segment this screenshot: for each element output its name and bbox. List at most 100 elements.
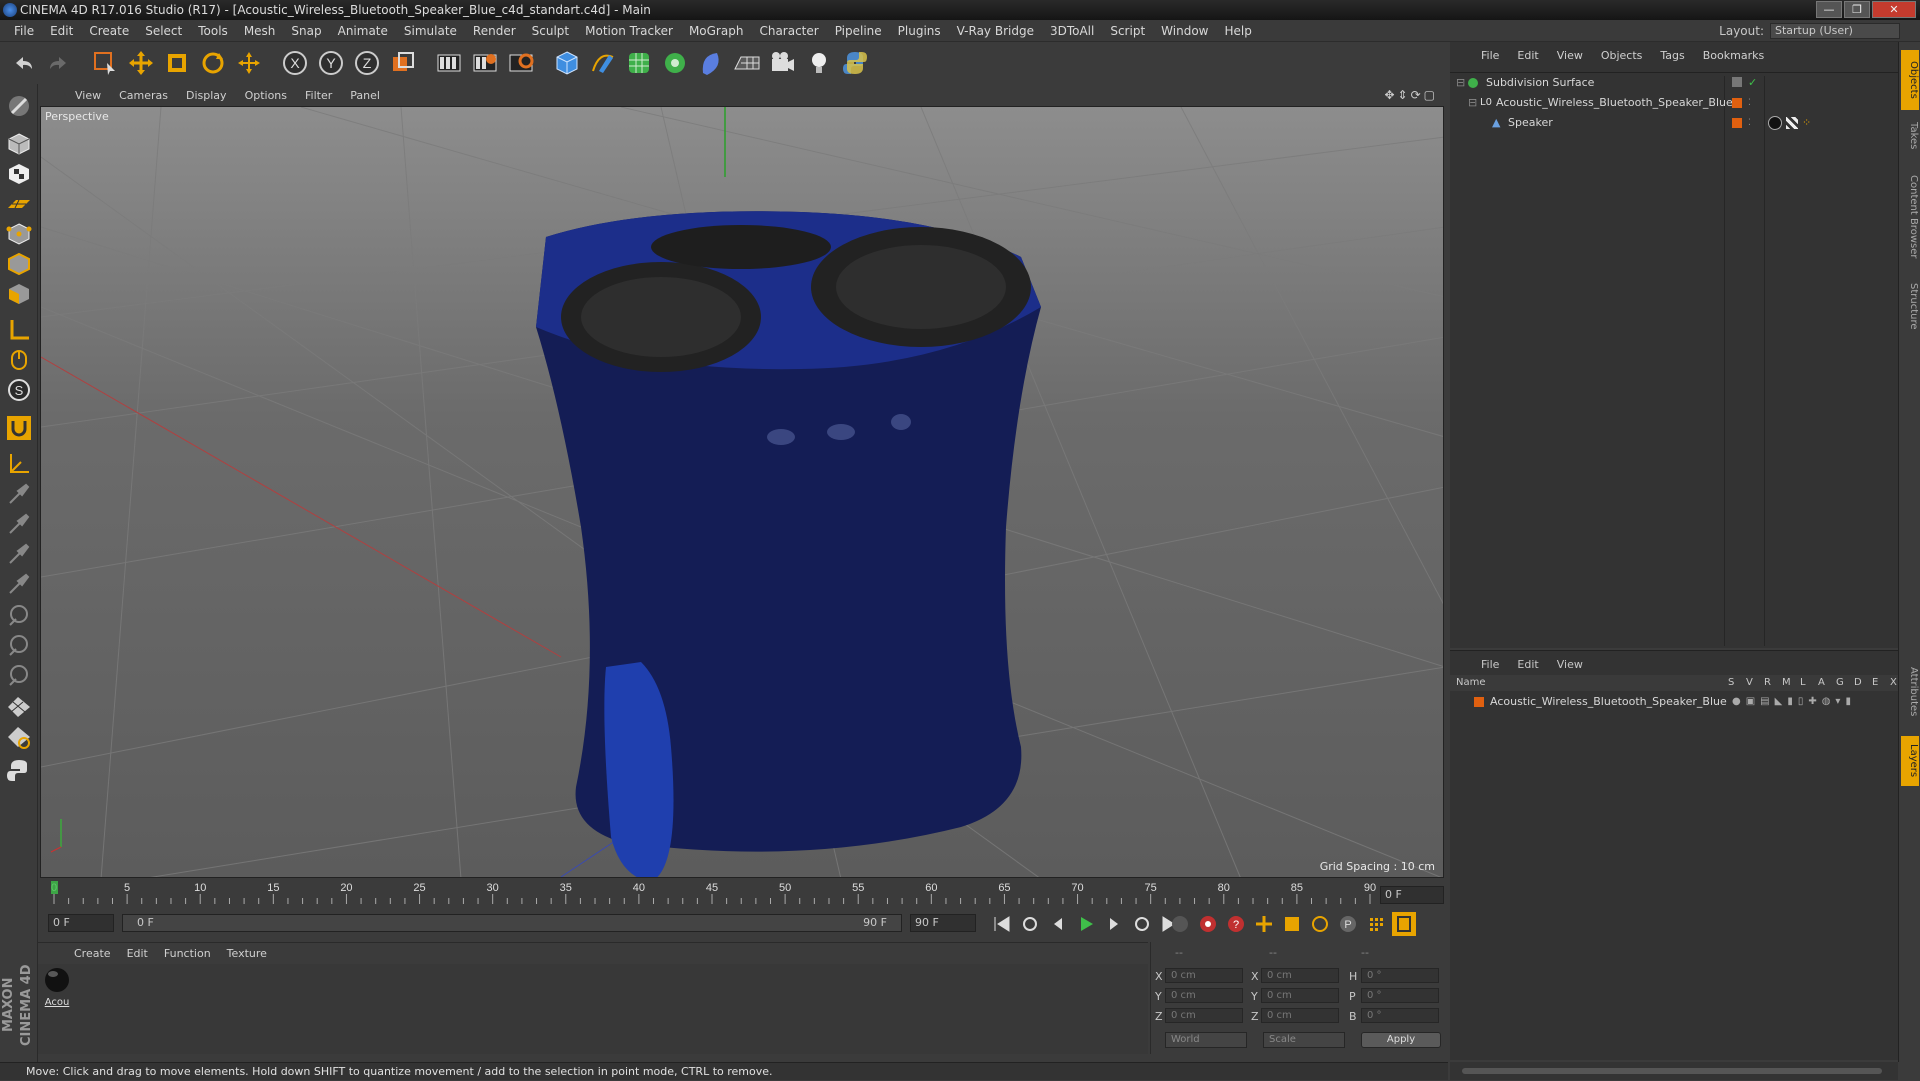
layer-col-xref[interactable]: X xyxy=(1890,675,1897,691)
rotate-icon[interactable] xyxy=(196,46,230,80)
size-z-field[interactable]: 0 cm xyxy=(1261,1008,1339,1023)
menu-plugins[interactable]: Plugins xyxy=(890,24,949,38)
lm-menu-edit[interactable]: Edit xyxy=(1508,658,1547,671)
menu-render[interactable]: Render xyxy=(465,24,524,38)
tab-takes[interactable]: Takes xyxy=(1901,114,1919,158)
menu-animate[interactable]: Animate xyxy=(330,24,396,38)
om-menu-edit[interactable]: Edit xyxy=(1508,49,1547,62)
subdivision-icon[interactable] xyxy=(622,46,656,80)
layout-select[interactable]: Startup (User) xyxy=(1770,23,1900,39)
layer-toggle-icons[interactable]: ●▣▤◣▮▯✚◍▾▮ xyxy=(1732,693,1856,711)
layer-row[interactable]: Acoustic_Wireless_Bluetooth_Speaker_Blue… xyxy=(1450,693,1898,711)
render-settings-icon[interactable] xyxy=(504,46,538,80)
render-view-icon[interactable] xyxy=(432,46,466,80)
menu-pipeline[interactable]: Pipeline xyxy=(827,24,890,38)
visibility-dots-icon[interactable]: ⁚ xyxy=(1748,114,1751,132)
menu-help[interactable]: Help xyxy=(1216,24,1259,38)
material-menu-edit[interactable]: Edit xyxy=(119,947,156,960)
autokey-icon[interactable]: ? xyxy=(1224,912,1248,936)
maximize-button[interactable]: ❐ xyxy=(1844,1,1870,18)
object-name[interactable]: Subdivision Surface xyxy=(1486,74,1594,92)
object-row-subdivision[interactable]: ⊟ Subdivision Surface ✓ xyxy=(1450,74,1898,92)
key-position-icon[interactable] xyxy=(1252,912,1276,936)
coord-space-select[interactable]: World xyxy=(1165,1032,1247,1048)
snap-magnet-icon[interactable] xyxy=(3,412,35,444)
viewport-menu-options[interactable]: Options xyxy=(236,89,296,102)
enabled-check-icon[interactable]: ✓ xyxy=(1748,74,1757,92)
cube-icon[interactable] xyxy=(550,46,584,80)
object-name[interactable]: Speaker xyxy=(1508,114,1553,132)
material-menu-function[interactable]: Function xyxy=(156,947,219,960)
visibility-dots-icon[interactable]: ⁚ xyxy=(1748,94,1751,112)
transform-icon[interactable] xyxy=(232,46,266,80)
viewport-menu-filter[interactable]: Filter xyxy=(296,89,341,102)
layer-col-manager[interactable]: M xyxy=(1782,675,1791,691)
om-menu-tags[interactable]: Tags xyxy=(1651,49,1693,62)
tab-content-browser[interactable]: Content Browser xyxy=(1901,162,1919,272)
menu-tools[interactable]: Tools xyxy=(190,24,236,38)
coord-mode-select[interactable]: Scale xyxy=(1263,1032,1345,1048)
pos-z-field[interactable]: 0 cm xyxy=(1165,1008,1243,1023)
layer-swatch-icon[interactable] xyxy=(1732,118,1742,128)
material-tag-icon[interactable] xyxy=(1768,116,1782,130)
layer-col-expressions[interactable]: E xyxy=(1872,675,1878,691)
python-icon[interactable] xyxy=(838,46,872,80)
material-menu-texture[interactable]: Texture xyxy=(219,947,275,960)
close-button[interactable]: ✕ xyxy=(1872,1,1916,18)
layer-color-icon[interactable] xyxy=(1474,697,1484,707)
end-frame-field[interactable]: 90 F xyxy=(910,914,976,932)
pos-x-field[interactable]: 0 cm xyxy=(1165,968,1243,983)
lm-menu-view[interactable]: View xyxy=(1548,658,1592,671)
pos-y-field[interactable]: 0 cm xyxy=(1165,988,1243,1003)
sculpt-knife-icon[interactable] xyxy=(3,628,35,660)
menu-motion-tracker[interactable]: Motion Tracker xyxy=(577,24,681,38)
object-name[interactable]: Acoustic_Wireless_Bluetooth_Speaker_Blue xyxy=(1496,94,1733,112)
layer-col-solo[interactable]: S xyxy=(1728,675,1734,691)
viewport-menu-cameras[interactable]: Cameras xyxy=(110,89,177,102)
tab-objects[interactable]: Objects xyxy=(1901,50,1919,110)
menu-edit[interactable]: Edit xyxy=(42,24,81,38)
x-axis-icon[interactable]: X xyxy=(278,46,312,80)
layer-col-animation[interactable]: A xyxy=(1818,675,1825,691)
lm-menu-file[interactable]: File xyxy=(1472,658,1508,671)
playhead[interactable] xyxy=(51,881,58,894)
python-script-icon[interactable] xyxy=(3,754,35,786)
tweak-mode-icon[interactable] xyxy=(3,344,35,376)
phong-tag-icon[interactable]: ⁘ xyxy=(1802,114,1811,132)
viewport-menu-panel[interactable]: Panel xyxy=(341,89,389,102)
render-picture-viewer-icon[interactable] xyxy=(468,46,502,80)
undo-icon[interactable] xyxy=(6,46,40,80)
key-scale-icon[interactable] xyxy=(1280,912,1304,936)
goto-prev-key-icon[interactable] xyxy=(1018,912,1042,936)
rot-h-field[interactable]: 0 ° xyxy=(1361,968,1439,983)
pen-spline-icon[interactable] xyxy=(586,46,620,80)
camera-icon[interactable] xyxy=(766,46,800,80)
floor-icon[interactable] xyxy=(730,46,764,80)
layer-col-view[interactable]: V xyxy=(1746,675,1753,691)
size-x-field[interactable]: 0 cm xyxy=(1261,968,1339,983)
deformer-icon[interactable] xyxy=(694,46,728,80)
key-rotation-icon[interactable] xyxy=(1308,912,1332,936)
solo-mode-icon[interactable]: S xyxy=(3,374,35,406)
tab-attributes[interactable]: Attributes xyxy=(1901,652,1919,732)
workplane-icon[interactable] xyxy=(3,188,35,220)
play-icon[interactable] xyxy=(1074,912,1098,936)
minimize-button[interactable]: — xyxy=(1816,1,1842,18)
apply-button[interactable]: Apply xyxy=(1361,1032,1441,1048)
goto-next-key-icon[interactable] xyxy=(1130,912,1154,936)
key-parameter-icon[interactable]: P xyxy=(1336,912,1360,936)
current-frame-field[interactable]: 0 F xyxy=(1380,886,1444,904)
om-menu-file[interactable]: File xyxy=(1472,49,1508,62)
points-mode-icon[interactable] xyxy=(3,218,35,250)
frame-range-slider[interactable]: 0 F 90 F xyxy=(122,914,902,932)
menu-script[interactable]: Script xyxy=(1102,24,1153,38)
menu-select[interactable]: Select xyxy=(137,24,190,38)
menu-3dtoall[interactable]: 3DToAll xyxy=(1042,24,1102,38)
soft-selection-icon[interactable] xyxy=(3,720,35,752)
edges-mode-icon[interactable] xyxy=(3,248,35,280)
viewport-camera-label[interactable]: Perspective xyxy=(45,110,109,123)
polygons-mode-icon[interactable] xyxy=(3,278,35,310)
menu-snap[interactable]: Snap xyxy=(283,24,329,38)
material-menu-create[interactable]: Create xyxy=(66,947,119,960)
timeline-window-icon[interactable] xyxy=(1392,912,1416,936)
